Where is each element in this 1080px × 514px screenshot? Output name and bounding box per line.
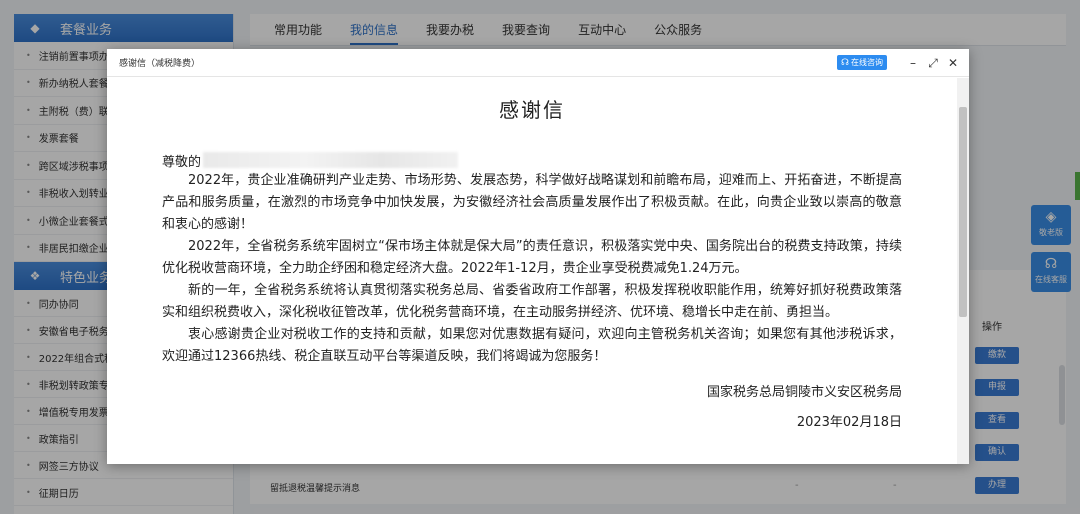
online-consult-button[interactable]: ☊ 在线咨询 [837, 55, 887, 70]
close-icon[interactable]: ✕ [947, 57, 959, 69]
letter-paragraph: 衷心感谢贵企业对税收工作的支持和贡献，如果您对优惠数据有疑问，欢迎向主管税务机关… [162, 327, 902, 364]
letter-greeting-line: 尊敬的 [162, 150, 902, 170]
dialog-title: 感谢信（减税降费） [119, 59, 201, 69]
redacted-company-name [203, 152, 459, 168]
online-consult-label: 在线咨询 [851, 58, 883, 67]
letter-paragraph: 新的一年，全省税务系统将认真贯彻落实税务总局、省委省政府工作部署，积极发挥税收职… [162, 283, 902, 320]
letter-signature-org: 国家税务总局铜陵市义安区税务局 [706, 385, 902, 400]
minimize-icon[interactable]: – [907, 57, 919, 69]
letter-content: 感谢信 尊敬的 2022年，贵企业准确研判产业走势、市场形势、发展态势，科学做好… [107, 78, 957, 464]
dialog-scrollbar-thumb[interactable] [959, 107, 967, 317]
headset-icon: ☊ [841, 57, 849, 68]
thank-you-letter-dialog: 感谢信（减税降费） ☊ 在线咨询 – ⤢ ✕ 感谢信 尊敬的 2022年，贵企业… [107, 49, 969, 464]
dialog-titlebar: 感谢信（减税降费） ☊ 在线咨询 – ⤢ ✕ [107, 49, 969, 77]
letter-signature-date: 2023年02月18日 [796, 415, 902, 430]
maximize-icon[interactable]: ⤢ [927, 57, 939, 69]
letter-paragraph: 2022年，全省税务系统牢固树立“保市场主体就是保大局”的责任意识，积极落实党中… [162, 239, 902, 276]
letter-greeting: 尊敬的 [162, 154, 202, 170]
letter-paragraph: 2022年，贵企业准确研判产业走势、市场形势、发展态势，科学做好战略谋划和前瞻布… [162, 173, 902, 232]
letter-title: 感谢信 [499, 98, 565, 122]
